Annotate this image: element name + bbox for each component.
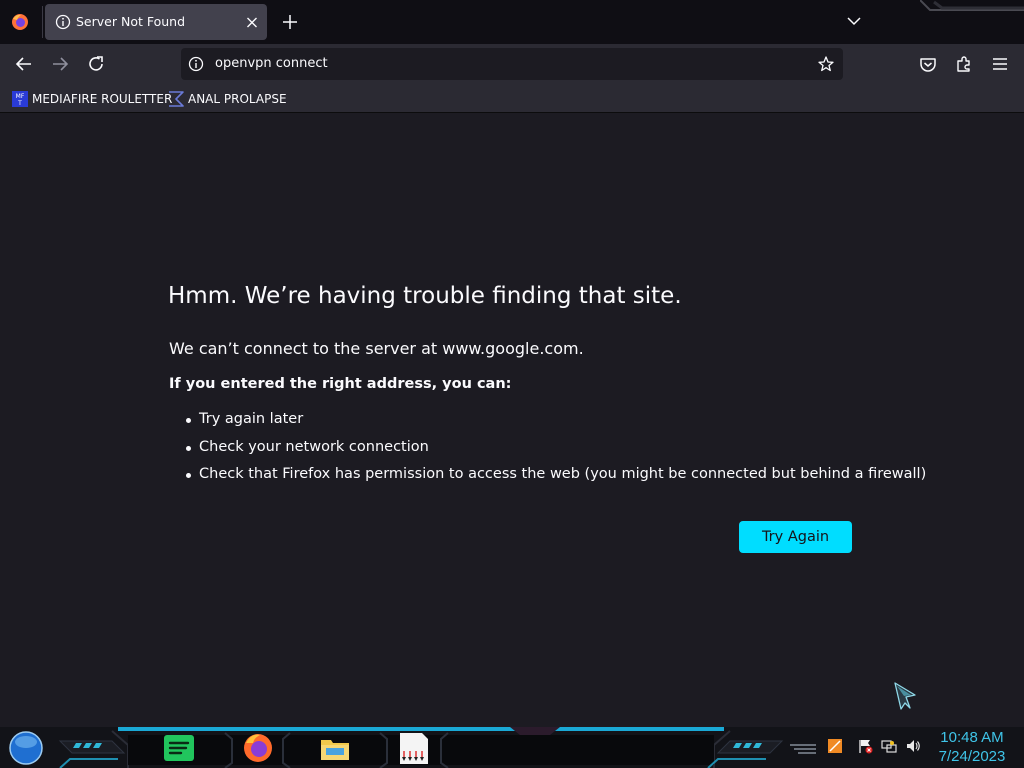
chevron-down-icon[interactable] [845, 12, 863, 30]
tab-separator [42, 6, 43, 38]
network-icon[interactable] [881, 738, 897, 754]
firefox-icon[interactable] [11, 13, 29, 31]
info-icon [55, 14, 71, 30]
network-status-icon[interactable] [827, 738, 843, 754]
start-button-icon[interactable] [8, 730, 44, 766]
extensions-icon[interactable] [954, 54, 974, 74]
svg-text:MF: MF [16, 93, 25, 100]
back-arrow-icon[interactable] [14, 54, 34, 74]
suggestion-list: Try again later Check your network conne… [186, 411, 926, 494]
error-title: Hmm. We’re having trouble finding that s… [168, 283, 682, 309]
suggestion-item: Check your network connection [186, 439, 926, 467]
mouse-cursor-icon [894, 682, 916, 710]
tab-server-not-found[interactable]: Server Not Found [45, 4, 267, 40]
url-text[interactable]: openvpn connect [215, 56, 328, 71]
try-again-button[interactable]: Try Again [739, 521, 852, 553]
sigma-icon [169, 91, 184, 107]
flag-icon[interactable] [857, 738, 873, 754]
clock-time: 10:48 AM [940, 729, 1004, 746]
pocket-icon[interactable] [918, 54, 938, 74]
error-description: We can’t connect to the server at www.go… [169, 339, 584, 358]
bookmark-label: MEDIAFIRE ROULETTER [32, 92, 173, 106]
clock-date: 7/24/2023 [938, 748, 1006, 765]
taskbar: 10:48 AM 7/24/2023 [0, 727, 1024, 768]
volume-icon[interactable] [905, 738, 921, 754]
menu-icon[interactable] [990, 54, 1010, 74]
document-icon[interactable] [396, 731, 430, 765]
tab-title: Server Not Found [76, 14, 186, 29]
firefox-icon[interactable] [241, 731, 275, 765]
error-subheading: If you entered the right address, you ca… [169, 376, 512, 392]
mediafire-icon: MF T [12, 91, 28, 107]
address-bar[interactable]: openvpn connect [181, 48, 843, 80]
reload-icon[interactable] [86, 54, 106, 74]
new-tab-icon[interactable] [280, 12, 300, 32]
bookmark-mediafire-rouletter[interactable]: MF T MEDIAFIRE ROULETTER [12, 90, 172, 108]
svg-text:T: T [17, 100, 22, 107]
forward-arrow-icon[interactable] [50, 54, 70, 74]
close-tab-icon[interactable] [244, 13, 260, 31]
navigation-toolbar: openvpn connect [0, 44, 1024, 84]
tab-strip: Server Not Found [0, 0, 1024, 44]
suggestion-item: Try again later [186, 411, 926, 439]
window-corner-decoration [920, 0, 1024, 11]
system-clock[interactable]: 10:48 AM 7/24/2023 [932, 728, 1012, 766]
bookmark-label: ANAL PROLAPSE [188, 92, 287, 106]
site-info-icon[interactable] [188, 56, 204, 72]
bookmark-anal-prolapse[interactable]: ANAL PROLAPSE [168, 90, 287, 108]
error-page: Hmm. We’re having trouble finding that s… [0, 113, 1024, 727]
bookmarks-toolbar: MF T MEDIAFIRE ROULETTER ANAL PROLAPSE [0, 84, 1024, 113]
spotify-icon[interactable] [162, 731, 196, 765]
suggestion-item: Check that Firefox has permission to acc… [186, 466, 926, 494]
bookmark-star-icon[interactable] [817, 55, 835, 73]
file-explorer-icon[interactable] [318, 731, 352, 765]
